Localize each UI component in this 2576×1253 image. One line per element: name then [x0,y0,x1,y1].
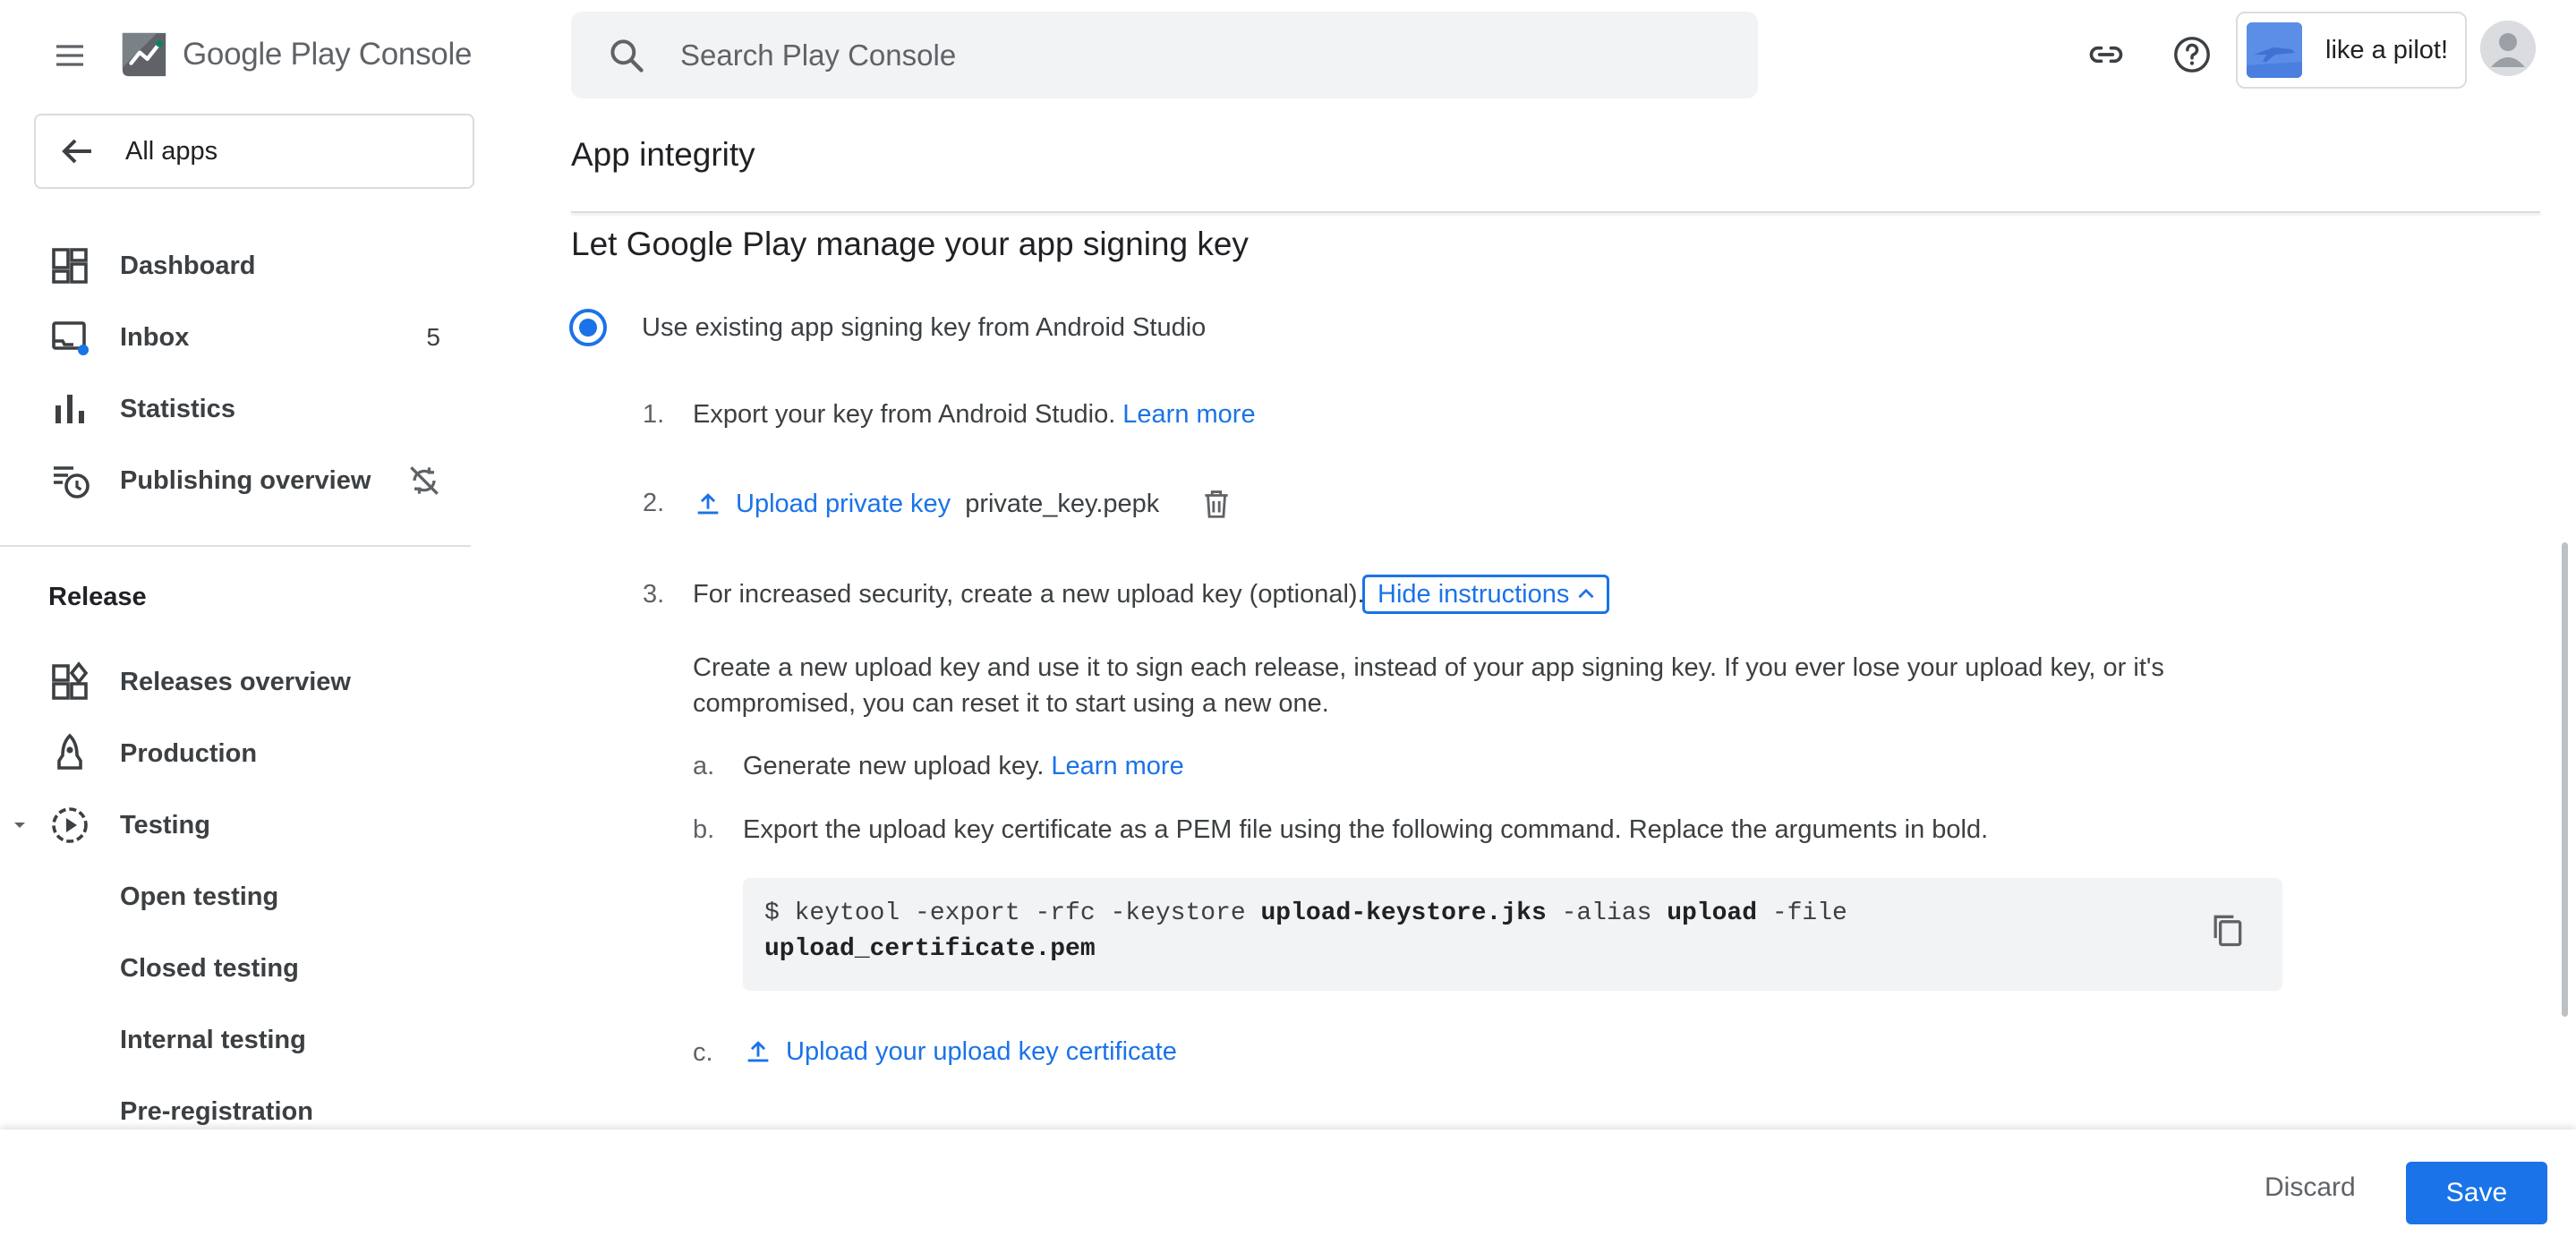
sidebar-item-dashboard[interactable]: Dashboard [0,234,474,297]
sidebar-item-releases-overview[interactable]: Releases overview [0,651,474,713]
sidebar-item-label: Closed testing [120,953,299,983]
sidebar-item-testing[interactable]: Testing [0,794,474,857]
all-apps-button[interactable]: All apps [34,114,474,189]
uploaded-filename: private_key.pepk [965,489,1160,518]
production-icon [57,733,82,770]
step-1-number: 1. [643,400,665,429]
sidebar-item-label: Internal testing [120,1025,306,1054]
sidebar-item-label: Statistics [120,394,235,423]
upload-certificate-label: Upload your upload key certificate [786,1036,1177,1066]
sidebar-item-closed-testing[interactable]: Closed testing [0,937,474,1000]
help-icon [2174,37,2210,72]
use-existing-key-label[interactable]: Use existing app signing key from Androi… [642,313,1206,343]
substep-b-label: b. [693,815,715,844]
sidebar-item-label: Publishing overview [120,465,371,495]
sidebar-item-production[interactable]: Production [0,722,474,785]
step-3-text: For increased security, create a new upl… [693,580,1365,609]
sync-off-icon[interactable] [405,461,444,500]
play-console-logo[interactable]: Google Play Console [118,27,472,82]
logo-text: Google Play Console [183,37,473,72]
developer-name: like a pilot! [2325,35,2449,64]
delete-file-button[interactable] [1195,482,1238,525]
releases-overview-icon [52,661,89,700]
step-2-number: 2. [643,489,665,517]
hide-instructions-button[interactable]: Hide instructions [1362,575,1610,614]
sidebar-item-inbox[interactable]: Inbox 5 [0,306,474,369]
sidebar-item-label: Inbox [120,322,190,352]
instructions-paragraph: Create a new upload key and use it to si… [693,653,2164,718]
substep-a: Generate new upload key. Learn more [743,752,1184,781]
use-existing-key-radio[interactable] [569,309,607,346]
sidebar-item-label: Open testing [120,882,279,911]
share-link-button[interactable] [2077,25,2136,84]
sidebar-item-label: Testing [120,810,210,840]
sidebar-divider [0,545,471,547]
radio-selected-dot [579,319,597,337]
main-scrollbar[interactable] [2562,542,2568,1017]
copy-command-button[interactable] [2202,905,2252,955]
chevron-up-icon [1578,588,1594,599]
substep-a-text: Generate new upload key. [743,752,1045,780]
step-2: Upload private key private_key.pepk [693,478,1238,530]
publishing-icon [54,466,90,499]
sidebar-item-label: Pre-registration [120,1096,313,1126]
developer-logo [2247,22,2302,78]
page-title: App integrity [571,136,755,173]
step-1: Export your key from Android Studio. Lea… [693,400,1256,430]
main-menu-button[interactable] [39,25,100,86]
sidebar-item-publishing-overview[interactable]: Publishing overview [0,449,474,512]
substep-a-label: a. [693,752,715,780]
help-button[interactable] [2162,25,2222,84]
substep-b-text: Export the upload key certificate as a P… [743,815,1989,844]
substep-c-label: c. [693,1038,713,1067]
sidebar-item-internal-testing[interactable]: Internal testing [0,1009,474,1071]
expand-arrow-icon[interactable] [9,814,30,836]
trash-icon [1205,490,1228,518]
upload-icon [747,1041,769,1062]
sidebar-item-label: Dashboard [120,251,256,280]
all-apps-label: All apps [125,136,218,166]
header-divider [571,211,2540,213]
sidebar-item-statistics[interactable]: Statistics [0,378,474,440]
inbox-icon [52,321,89,355]
play-console-logo-icon [122,32,166,77]
sidebar-item-open-testing[interactable]: Open testing [0,865,474,928]
keytool-command[interactable]: $ keytool -export -rfc -keystore upload-… [764,896,1847,967]
menu-icon [56,45,83,66]
release-section-title: Release [48,583,147,611]
search-icon [610,38,644,72]
testing-icon [52,807,88,843]
bottom-action-bar: Discard Save [0,1129,2576,1253]
command-code-block: $ keytool -export -rfc -keystore upload-… [743,878,2282,991]
discard-button[interactable]: Discard [2265,1172,2356,1203]
upload-certificate-button[interactable]: Upload your upload key certificate [743,1031,1177,1072]
sidebar-item-label: Production [120,738,258,768]
developer-account-chip[interactable]: like a pilot! [2236,12,2467,89]
arrow-back-icon [62,139,91,164]
copy-icon [2213,915,2242,947]
bar-chart-icon [55,395,84,423]
sidebar-item-label: Releases overview [120,667,351,696]
hide-instructions-label: Hide instructions [1378,579,1570,609]
upload-icon [697,493,719,515]
learn-more-link[interactable]: Learn more [1051,752,1183,781]
upload-private-key-button[interactable]: Upload private key [693,489,951,519]
search-bar[interactable] [571,12,1758,98]
section-heading: Let Google Play manage your app signing … [571,226,1249,262]
save-button[interactable]: Save [2406,1162,2547,1224]
learn-more-link[interactable]: Learn more [1122,400,1255,430]
link-icon [2089,46,2123,64]
search-input[interactable] [680,38,1665,72]
step-1-text: Export your key from Android Studio. [693,400,1116,429]
step-3-number: 3. [643,580,665,609]
account-avatar[interactable] [2480,21,2536,76]
dashboard-icon [52,248,88,284]
person-icon [2480,21,2536,76]
inbox-count-badge: 5 [426,323,440,351]
upload-private-key-label: Upload private key [736,489,951,518]
